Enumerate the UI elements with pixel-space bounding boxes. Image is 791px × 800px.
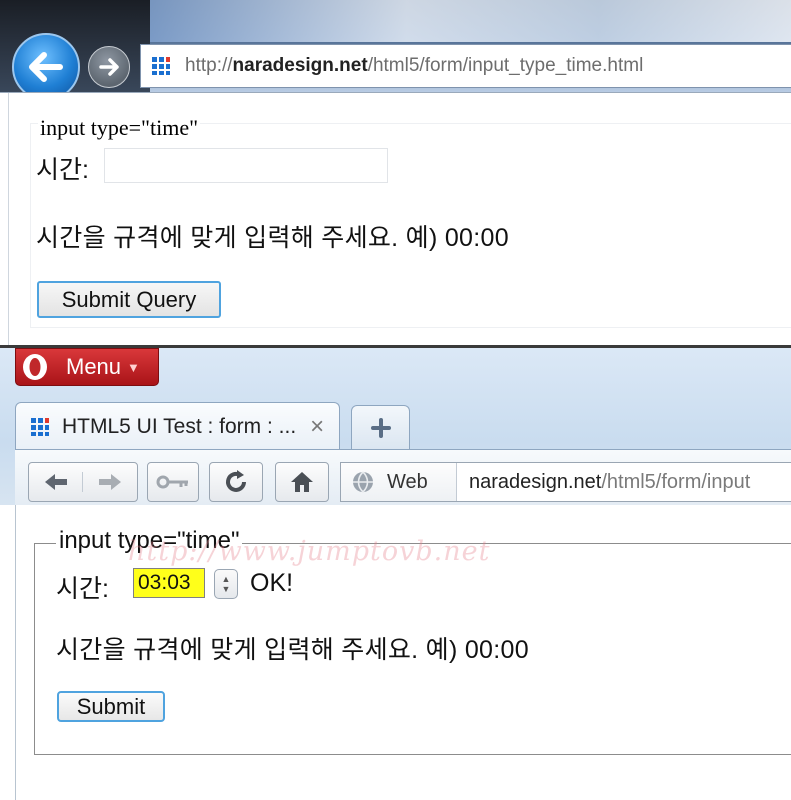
url-path: /html5/form/input_type_time.html <box>367 55 644 76</box>
address-bar[interactable]: http://naradesign.net/html5/form/input_t… <box>140 44 791 88</box>
key-button[interactable] <box>147 462 199 502</box>
forward-arrow-icon <box>99 58 119 76</box>
home-button[interactable] <box>275 462 329 502</box>
ie-submit-button[interactable]: Submit Query <box>37 281 221 318</box>
back-arrow-icon <box>44 474 67 490</box>
time-spinner[interactable]: ▲ ▼ <box>214 569 238 599</box>
opera-toolbar: Web naradesign.net/html5/form/input <box>15 449 791 505</box>
address-bar[interactable]: Web naradesign.net/html5/form/input <box>340 462 791 502</box>
url-domain: naradesign.net <box>469 470 602 493</box>
globe-icon <box>353 471 373 494</box>
opera-hint-text: 시간을 규격에 맞게 입력해 주세요. 예) 00:00 <box>56 636 529 664</box>
ie-time-label: 시간: <box>36 156 89 184</box>
site-favicon-icon <box>152 57 170 75</box>
back-button[interactable] <box>29 472 83 492</box>
opera-submit-button[interactable]: Submit <box>57 691 165 722</box>
plus-icon <box>370 417 391 438</box>
ie-title-bar: http://naradesign.net/html5/form/input_t… <box>0 0 791 92</box>
validation-ok-text: OK! <box>250 569 294 597</box>
url-domain: naradesign.net <box>232 55 368 76</box>
close-icon[interactable]: × <box>310 413 324 441</box>
forward-button[interactable] <box>88 46 130 88</box>
tab-html5-ui-test[interactable]: HTML5 UI Test : form : ... × <box>15 402 340 451</box>
web-label: Web <box>387 470 428 493</box>
back-button[interactable] <box>12 33 80 92</box>
ie-fieldset-legend: input type="time" <box>38 115 201 141</box>
tab-title: HTML5 UI Test : form : ... <box>62 415 297 438</box>
ie-blurred-toolbar <box>150 0 791 42</box>
opera-time-input[interactable]: 03:03 <box>133 568 205 598</box>
home-icon <box>291 472 313 492</box>
reload-icon <box>226 470 246 492</box>
opera-logo-icon <box>16 350 54 384</box>
menu-label: Menu <box>66 354 122 379</box>
site-favicon-icon <box>31 418 49 436</box>
watermark: http://www.jumptovb.net <box>128 536 491 567</box>
address-url: naradesign.net/html5/form/input <box>469 471 750 494</box>
back-forward-group <box>28 462 138 502</box>
ie-time-input[interactable] <box>104 148 388 183</box>
key-icon <box>156 475 188 489</box>
web-button[interactable]: Web <box>341 463 457 501</box>
back-arrow-icon <box>29 52 63 82</box>
ie-hint-text: 시간을 규격에 맞게 입력해 주세요. 예) 00:00 <box>36 224 509 252</box>
forward-button[interactable] <box>83 472 137 492</box>
new-tab-button[interactable] <box>351 405 410 449</box>
opera-time-label: 시간: <box>56 575 109 603</box>
address-url: http://naradesign.net/html5/form/input_t… <box>185 55 643 77</box>
url-path: /html5/form/input <box>601 470 751 493</box>
url-protocol: http:// <box>185 55 233 76</box>
opera-browser-window: Menu ▼ HTML5 UI Test : form : ... × Web … <box>0 345 791 800</box>
chevron-down-icon: ▼ <box>127 359 140 375</box>
opera-menu-button[interactable]: Menu ▼ <box>15 348 159 386</box>
opera-chrome: Menu ▼ HTML5 UI Test : form : ... × Web … <box>0 348 791 505</box>
spin-up-icon[interactable]: ▲ <box>222 574 231 584</box>
forward-arrow-icon <box>99 474 121 490</box>
spin-down-icon[interactable]: ▼ <box>222 584 231 594</box>
reload-button[interactable] <box>209 462 263 502</box>
ie-browser-window: http://naradesign.net/html5/form/input_t… <box>0 0 791 346</box>
